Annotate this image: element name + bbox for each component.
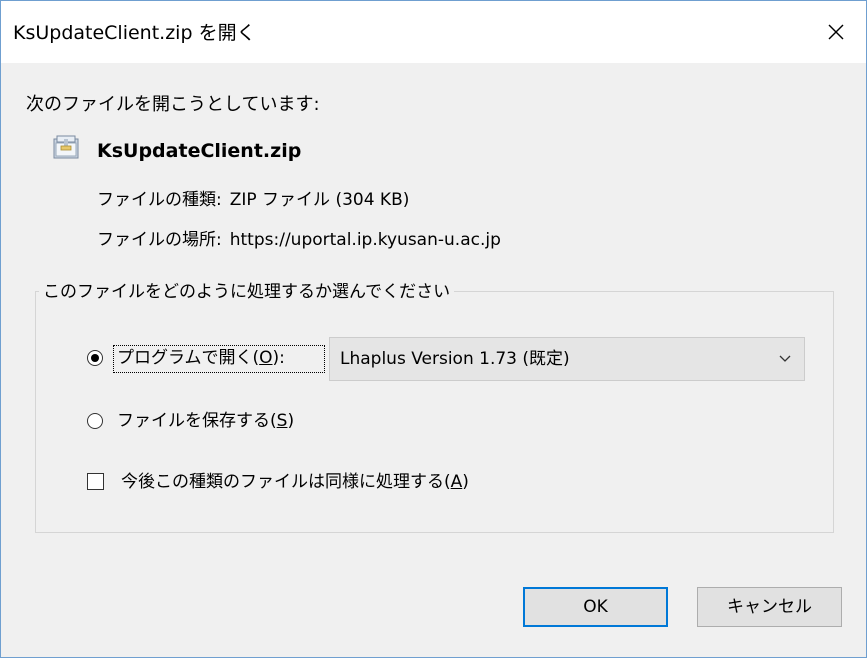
file-location-value: https://uportal.ip.kyusan-u.ac.jp	[229, 230, 501, 250]
close-button[interactable]	[806, 1, 866, 63]
file-type-value: ZIP ファイル (304 KB)	[229, 190, 410, 210]
save-file-accel: S	[276, 411, 288, 431]
save-file-radio[interactable]	[87, 413, 103, 429]
file-location-label: ファイルの場所:	[97, 230, 222, 250]
dialog-title: KsUpdateClient.zip を開く	[13, 22, 256, 44]
remember-accel: A	[450, 472, 463, 492]
program-select-value: Lhaplus Version 1.73 (既定)	[340, 349, 570, 369]
open-with-radio[interactable]	[87, 350, 103, 366]
zip-file-icon	[53, 135, 79, 159]
ok-button[interactable]: OK	[523, 587, 668, 627]
remember-choice-checkbox[interactable]	[87, 473, 104, 490]
save-file-label-post: )	[287, 411, 295, 431]
open-with-label-post: ):	[272, 348, 285, 368]
open-file-dialog: KsUpdateClient.zip を開く 次のファイルを開こうとしています:…	[0, 0, 867, 658]
open-with-label[interactable]: プログラムで開く(O):	[117, 347, 285, 369]
open-with-label-pre: プログラムで開く(	[117, 348, 260, 368]
action-group-legend: このファイルをどのように処理するか選んでください	[39, 281, 455, 303]
cancel-button[interactable]: キャンセル	[697, 587, 842, 627]
remember-label-post: )	[462, 472, 469, 492]
prompt-text: 次のファイルを開こうとしています:	[26, 94, 320, 115]
remember-label-pre: 今後この種類のファイルは同様に処理する(	[121, 472, 451, 492]
file-name: KsUpdateClient.zip	[97, 140, 302, 162]
chevron-down-icon	[779, 355, 791, 362]
save-file-label[interactable]: ファイルを保存する(S)	[117, 410, 294, 432]
title-bar[interactable]: KsUpdateClient.zip を開く	[1, 1, 866, 63]
dialog-body: 次のファイルを開こうとしています: KsUpdateClient.zip ファイ…	[1, 63, 866, 657]
program-select[interactable]: Lhaplus Version 1.73 (既定)	[329, 337, 805, 381]
file-type-label: ファイルの種類:	[97, 190, 222, 210]
remember-choice-label[interactable]: 今後この種類のファイルは同様に処理する(A)	[121, 471, 469, 493]
close-icon	[828, 24, 844, 40]
file-type-row: ファイルの種類: ZIP ファイル (304 KB)	[97, 189, 409, 211]
save-file-label-pre: ファイルを保存する(	[117, 411, 277, 431]
file-location-row: ファイルの場所: https://uportal.ip.kyusan-u.ac.j…	[97, 229, 501, 251]
open-with-accel: O	[259, 348, 273, 368]
